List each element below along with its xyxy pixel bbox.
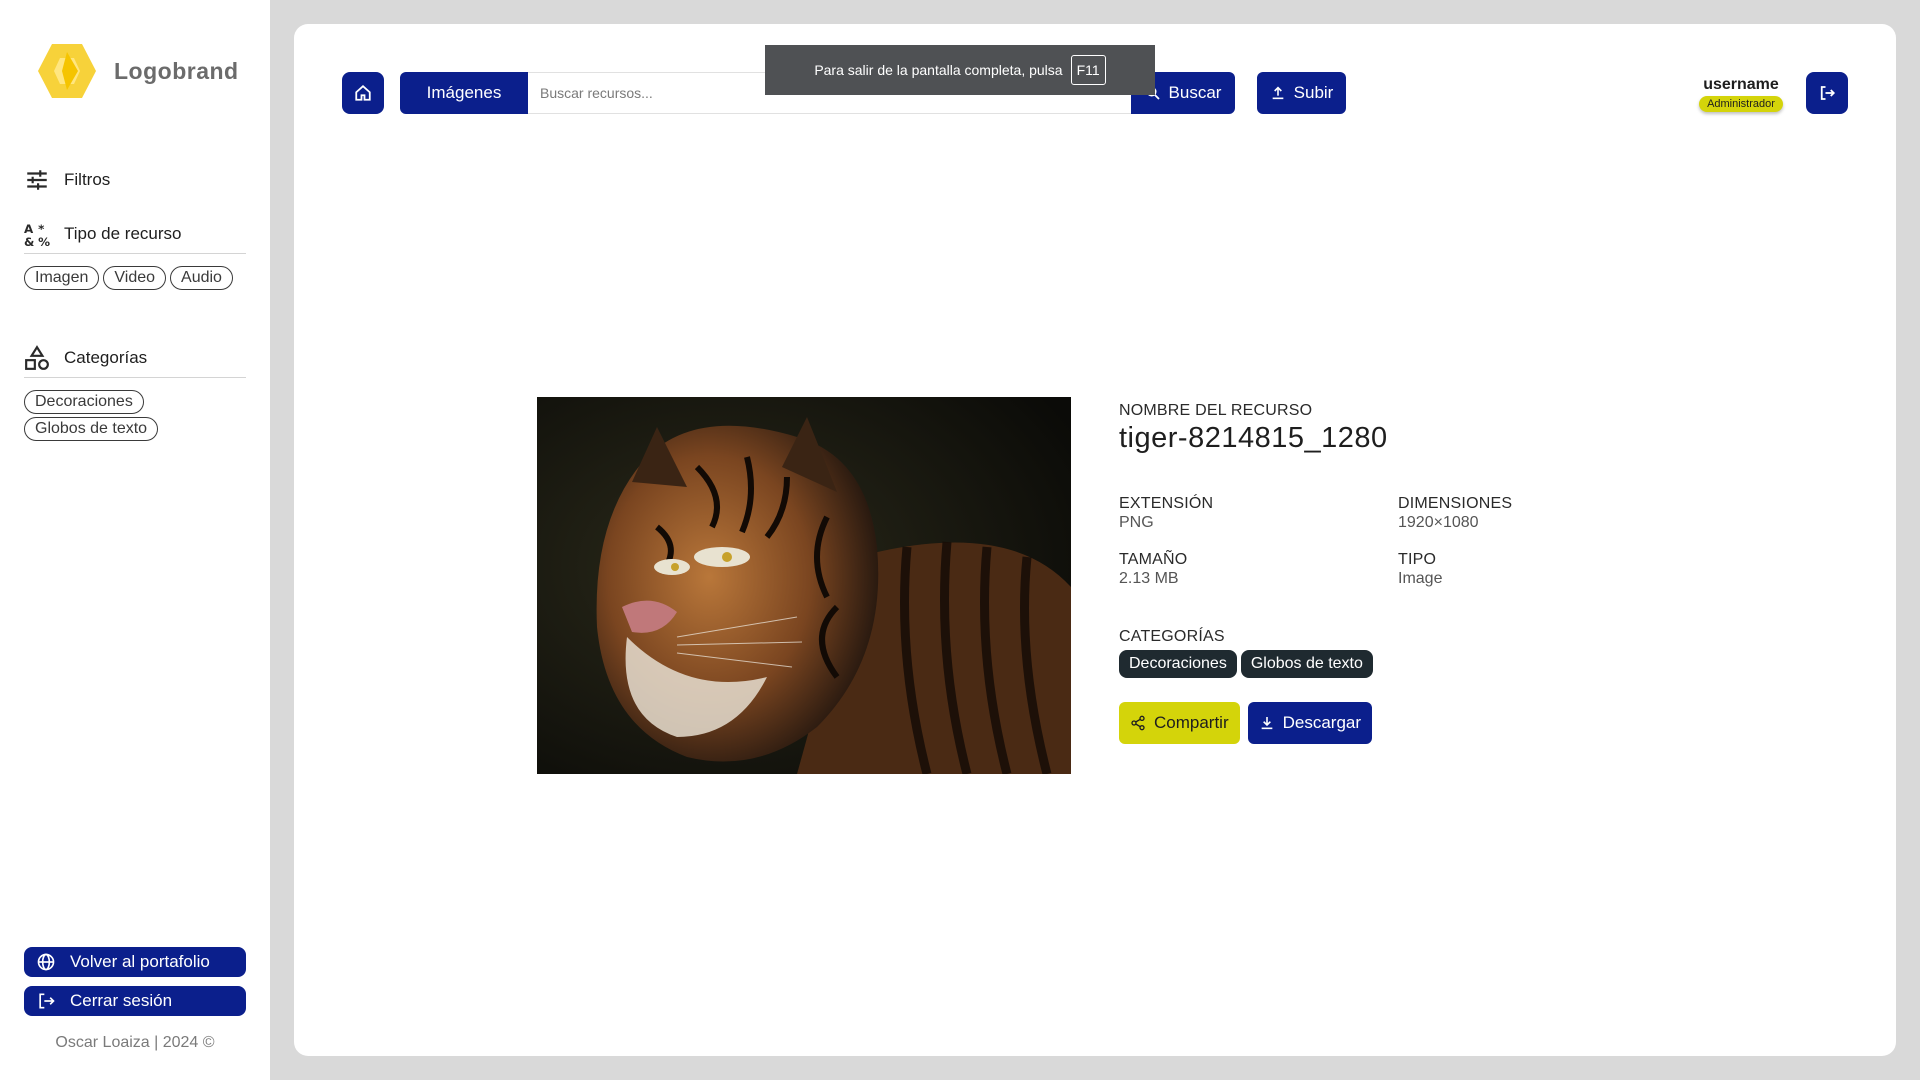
download-icon <box>1261 717 1272 730</box>
extension-label: EXTENSIÓN <box>1119 495 1214 512</box>
back-to-portfolio-button[interactable]: Volver al portafolio <box>24 947 246 977</box>
search-button-label: Buscar <box>1168 83 1222 102</box>
categories-field-label: CATEGORÍAS <box>1119 628 1225 645</box>
username: username <box>1703 76 1779 93</box>
type-label: TIPO <box>1398 551 1437 568</box>
share-button-label: Compartir <box>1154 713 1229 732</box>
resource-details: NOMBRE DEL RECURSO tiger-8214815_1280 EX… <box>1119 402 1679 744</box>
resource-type-section: A * & % Tipo de recurso Imagen Video Aud… <box>24 218 246 290</box>
resource-type-chips: Imagen Video Audio <box>24 266 246 290</box>
dimensions-field: DIMENSIONES 1920×1080 <box>1398 495 1677 532</box>
extension-field: EXTENSIÓN PNG <box>1119 495 1398 532</box>
resource-type-header: A * & % Tipo de recurso <box>24 218 246 254</box>
filters-header: Filtros <box>24 165 246 195</box>
search-category-select[interactable]: Imágenes <box>400 72 528 114</box>
filters-label: Filtros <box>64 170 111 189</box>
globe-icon <box>37 953 55 971</box>
type-symbols-icon: A * & % <box>24 221 50 246</box>
svg-text:*: * <box>38 221 44 235</box>
main-card: Imágenes Buscar Subir Para salir de la p… <box>294 24 1896 1056</box>
size-field: TAMAÑO 2.13 MB <box>1119 551 1398 588</box>
home-icon <box>355 85 371 101</box>
resource-name: tiger-8214815_1280 <box>1119 422 1388 454</box>
shapes-icon <box>25 344 49 370</box>
sidebar: Logobrand Filtros A * & % Tipo de recurs… <box>0 0 270 1080</box>
fullscreen-notice-text: Para salir de la pantalla completa, puls… <box>814 62 1063 78</box>
upload-button[interactable]: Subir <box>1257 72 1346 114</box>
download-button[interactable]: Descargar <box>1247 702 1373 744</box>
chip-globos-de-texto[interactable]: Globos de texto <box>24 417 159 441</box>
sliders-icon <box>27 170 47 190</box>
type-value: Image <box>1398 570 1443 587</box>
categories-chips: Decoraciones Globos de texto <box>24 390 246 441</box>
resource-meta: EXTENSIÓN PNG DIMENSIONES 1920×1080 TAMA… <box>1119 495 1679 588</box>
sidebar-logout-label: Cerrar sesión <box>70 991 173 1010</box>
dimensions-value: 1920×1080 <box>1398 514 1479 531</box>
logout-icon <box>1820 86 1836 100</box>
categories-label: Categorías <box>64 347 148 367</box>
sidebar-logout-button[interactable]: Cerrar sesión <box>24 986 246 1016</box>
resource-name-label: NOMBRE DEL RECURSO <box>1119 402 1313 419</box>
share-button[interactable]: Compartir <box>1119 702 1240 744</box>
extension-value: PNG <box>1119 514 1154 531</box>
resource-type-label: Tipo de recurso <box>64 223 182 243</box>
back-to-portfolio-label: Volver al portafolio <box>70 952 210 971</box>
svg-text:%: % <box>38 234 50 246</box>
fullscreen-key: F11 <box>1070 55 1106 85</box>
resource-preview-image <box>537 397 1071 774</box>
categories-section: Categorías Decoraciones Globos de texto <box>24 342 246 441</box>
chip-audio[interactable]: Audio <box>170 266 233 290</box>
header-logout-button[interactable] <box>1806 72 1848 114</box>
size-value: 2.13 MB <box>1119 570 1179 587</box>
role-badge: Administrador <box>1699 96 1783 112</box>
fullscreen-notice: Para salir de la pantalla completa, puls… <box>765 45 1155 95</box>
copyright: Oscar Loaiza | 2024 © <box>55 1034 215 1051</box>
logout-icon <box>39 993 55 1009</box>
upload-button-label: Subir <box>1293 83 1334 102</box>
categories-header: Categorías <box>24 342 246 378</box>
share-icon <box>1131 715 1145 731</box>
category-pill-decoraciones[interactable]: Decoraciones <box>1119 650 1237 678</box>
download-button-label: Descargar <box>1282 713 1362 732</box>
chip-imagen[interactable]: Imagen <box>24 266 100 290</box>
size-label: TAMAÑO <box>1119 551 1188 568</box>
type-field: TIPO Image <box>1398 551 1677 588</box>
svg-text:A: A <box>24 221 34 235</box>
logo-icon <box>38 44 96 98</box>
svg-text:&: & <box>24 234 34 246</box>
chip-decoraciones[interactable]: Decoraciones <box>24 390 144 414</box>
brand-logo[interactable]: Logobrand <box>38 44 239 98</box>
resource-categories: CATEGORÍAS Decoraciones Globos de texto <box>1119 628 1679 678</box>
category-pill-globos-de-texto[interactable]: Globos de texto <box>1240 650 1373 678</box>
brand-name: Logobrand <box>114 57 239 84</box>
dimensions-label: DIMENSIONES <box>1398 495 1513 512</box>
chip-video[interactable]: Video <box>103 266 167 290</box>
upload-icon <box>1272 86 1283 100</box>
resource-actions: Compartir Descargar <box>1119 702 1679 744</box>
home-button[interactable] <box>342 72 384 114</box>
category-pills: Decoraciones Globos de texto <box>1119 650 1679 678</box>
user-info: username Administrador <box>1686 76 1796 112</box>
filters-section: Filtros <box>24 165 246 195</box>
